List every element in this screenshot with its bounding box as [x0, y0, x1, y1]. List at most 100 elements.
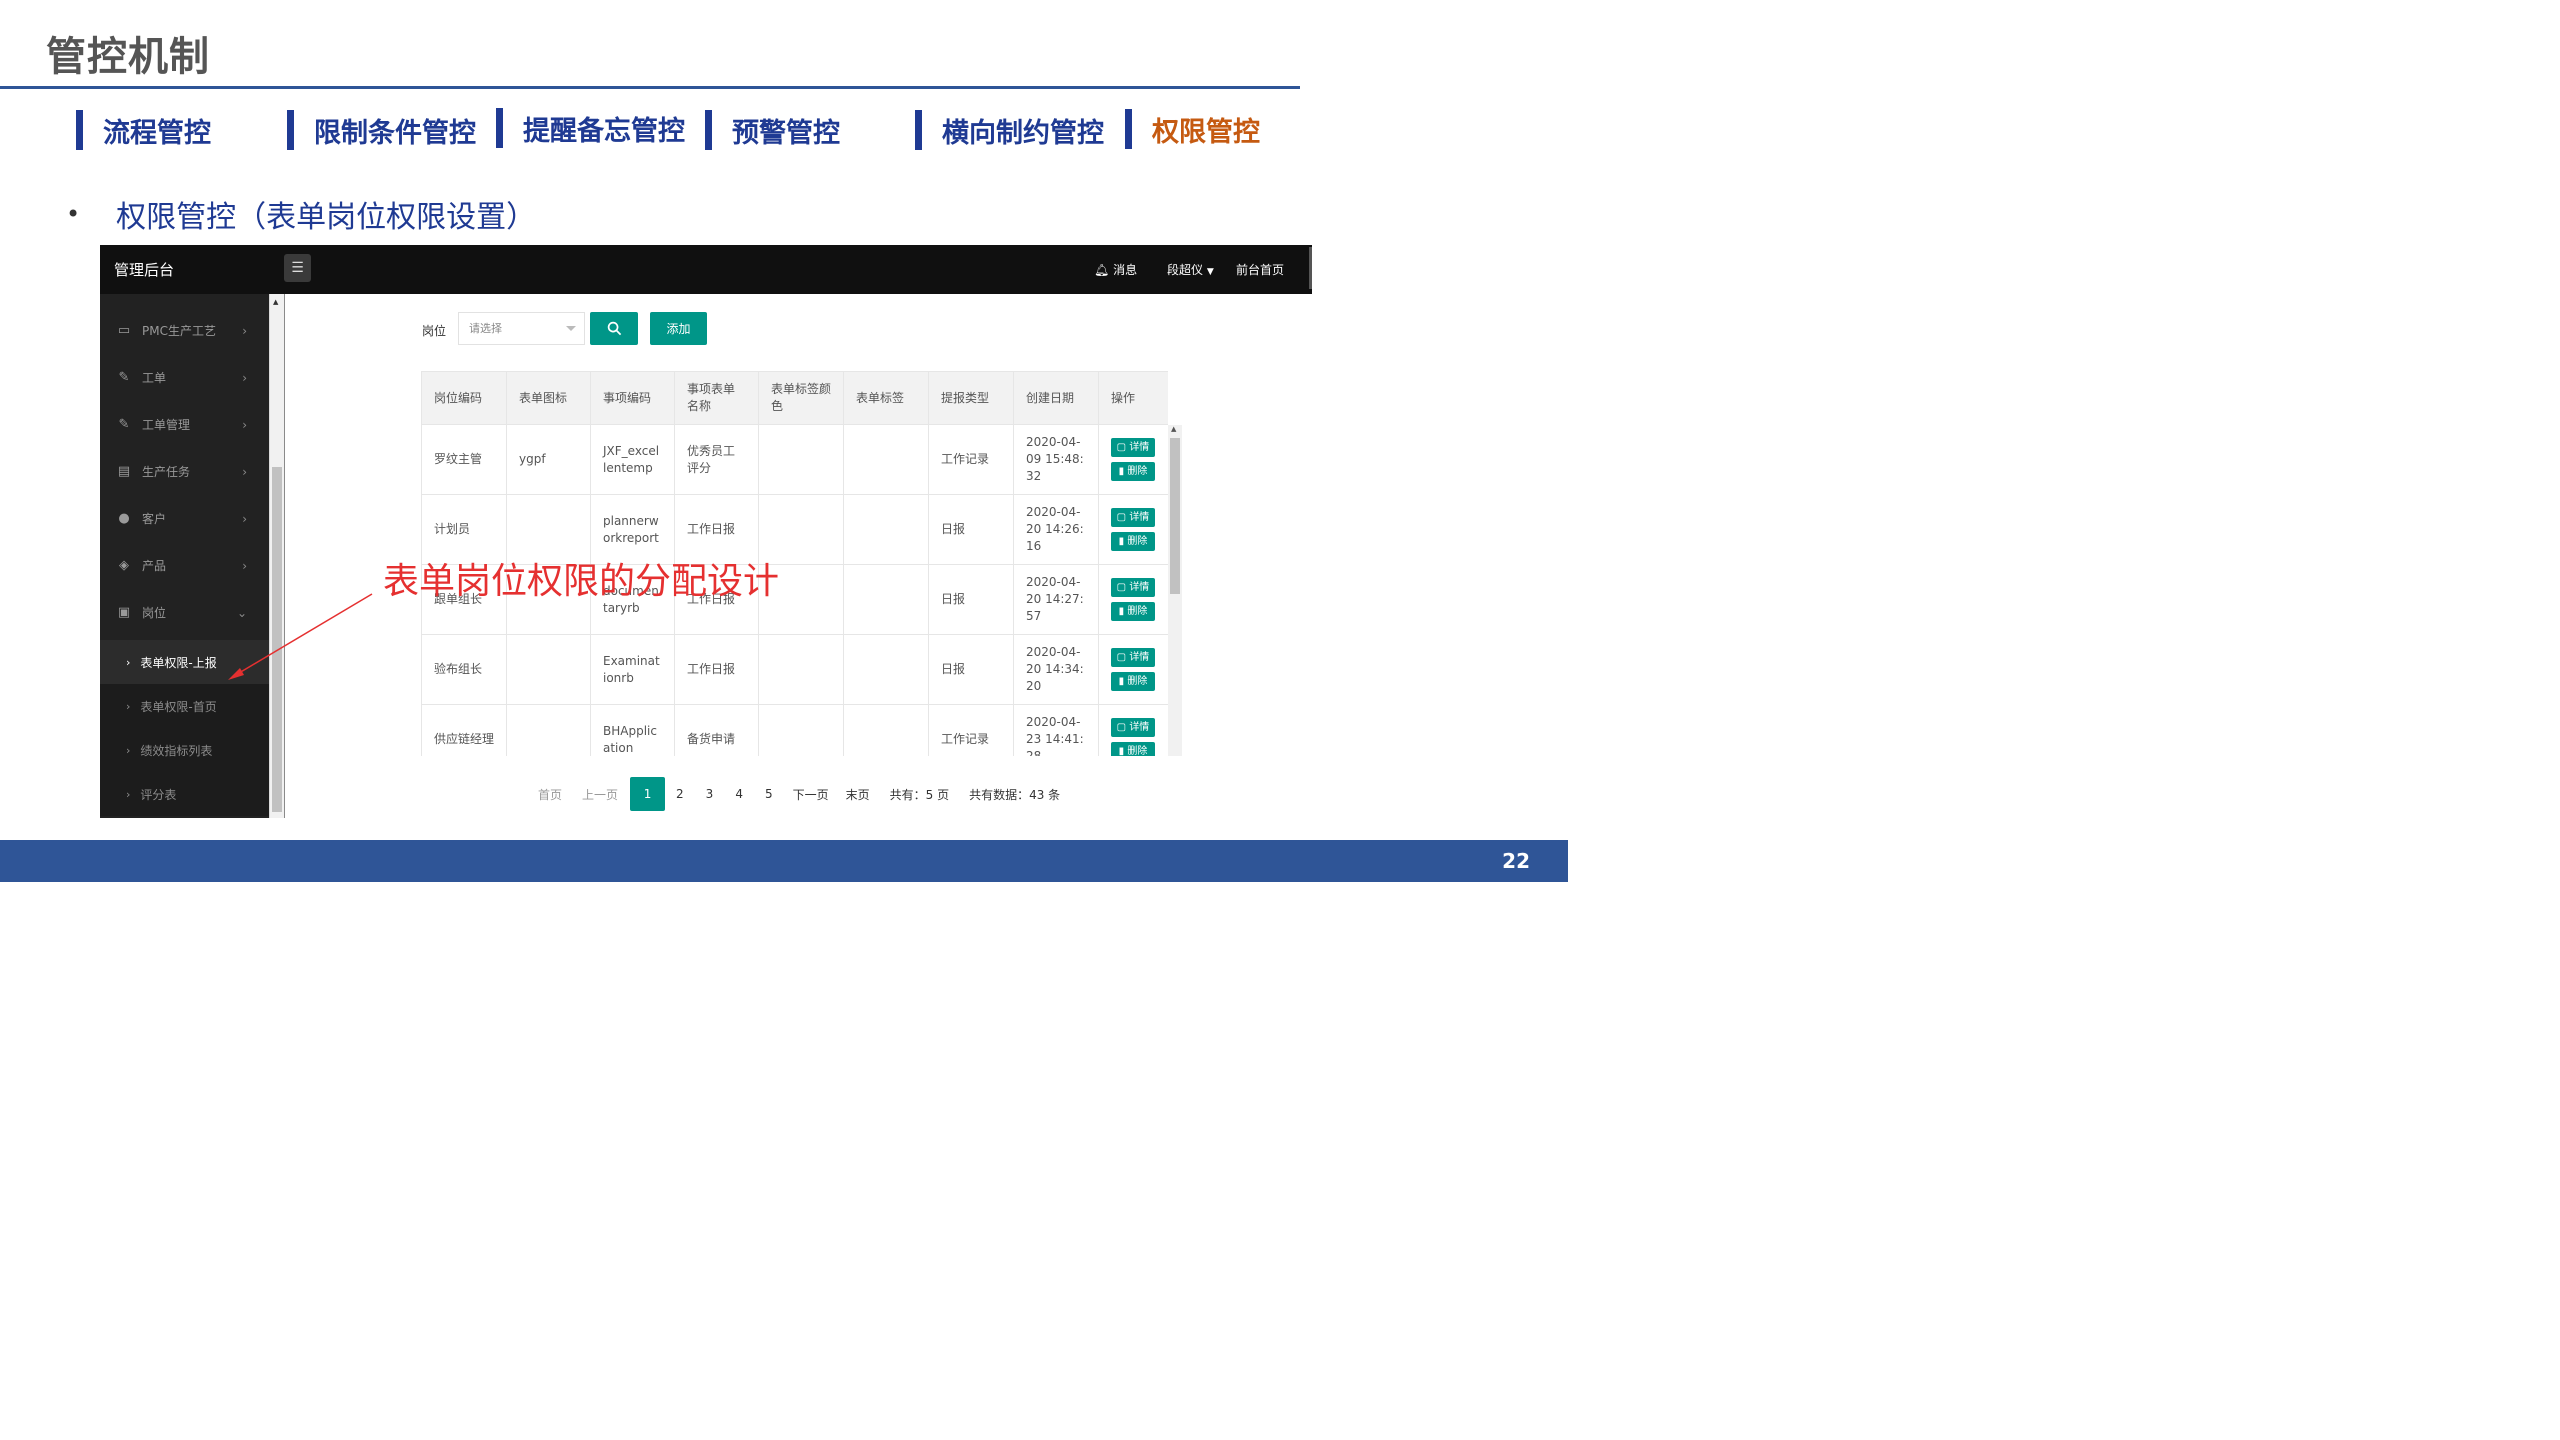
chevron-right-icon: › — [242, 558, 247, 573]
delete-button[interactable]: ▮ 删除 — [1111, 672, 1155, 691]
sidebar-subitem-form-permission-report[interactable]: › 表单权限-上报 — [100, 640, 269, 684]
scroll-up-icon[interactable]: ▲ — [1171, 425, 1176, 433]
sidebar-subitem-form-permission-home[interactable]: › 表单权限-首页 — [100, 684, 269, 728]
detail-label: 详情 — [1129, 722, 1150, 733]
column-header: 操作 — [1098, 371, 1168, 425]
delete-button[interactable]: ▮ 删除 — [1111, 462, 1155, 481]
sidebar-item-label: 客户 — [142, 512, 167, 526]
cell-actions: ▢ 详情 ▮ 删除 — [1098, 634, 1168, 705]
sidebar-subitem-kpi-list[interactable]: › 绩效指标列表 — [100, 728, 269, 772]
position-select[interactable]: 请选择 — [458, 312, 585, 345]
tab-lateral-control[interactable]: 横向制约管控 — [915, 110, 1104, 150]
chevron-down-icon: ⌄ — [236, 605, 247, 620]
tab-label: 预警管控 — [732, 117, 840, 149]
sidebar-item-label: 产品 — [142, 559, 167, 573]
bullet-text: 权限管控（表单岗位权限设置） — [116, 200, 537, 235]
topbar-edge — [1309, 247, 1312, 289]
column-header: 提报类型 — [928, 371, 1014, 425]
user-menu[interactable]: 段超仪 ▼ — [1167, 261, 1214, 278]
cell-date: 2020-04-20 14:34:20 — [1013, 634, 1099, 705]
tab-restriction-control[interactable]: 限制条件管控 — [287, 110, 476, 150]
delete-label: 删除 — [1127, 466, 1148, 477]
page-link[interactable]: 3 — [706, 787, 714, 801]
sidebar-item-product[interactable]: ◈ 产品 › — [100, 542, 269, 589]
detail-button[interactable]: ▢ 详情 — [1111, 648, 1155, 667]
pagination: 首页 上一页 1 2 3 4 5 下一页 末页 共有：5 页 共有数据：43 条 — [538, 777, 1060, 811]
tab-permission-control[interactable]: 权限管控 — [1125, 109, 1260, 149]
cell-tag — [843, 634, 929, 705]
cell-date: 2020-04-20 14:27:57 — [1013, 564, 1099, 635]
page-link[interactable]: 4 — [735, 787, 743, 801]
table-scrollbar[interactable]: ▲ — [1168, 425, 1182, 756]
messages-link[interactable]: 🔔︎ 消息 — [1094, 261, 1137, 278]
detail-label: 详情 — [1129, 442, 1150, 453]
page-link-current[interactable]: 1 — [630, 777, 666, 811]
next-page-link[interactable]: 下一页 — [793, 786, 829, 803]
scroll-up-icon[interactable]: ▲ — [273, 298, 278, 306]
scrollbar-thumb[interactable] — [1170, 438, 1180, 594]
delete-button[interactable]: ▮ 删除 — [1111, 602, 1155, 621]
add-button[interactable]: 添加 — [650, 312, 707, 345]
last-page-link[interactable]: 末页 — [846, 786, 870, 803]
sidebar-item-customer[interactable]: ● 客户 › — [100, 495, 269, 542]
detail-button[interactable]: ▢ 详情 — [1111, 718, 1155, 737]
sidebar-item-production-task[interactable]: ▤ 生产任务 › — [100, 448, 269, 495]
tab-label: 限制条件管控 — [314, 117, 476, 149]
page-link[interactable]: 2 — [676, 787, 684, 801]
detail-button[interactable]: ▢ 详情 — [1111, 438, 1155, 457]
sidebar-scrollbar[interactable]: ▲ — [269, 294, 285, 818]
slide: 管控机制 流程管控 限制条件管控 提醒备忘管控 预警管控 横向制约管控 权限管控… — [0, 0, 1568, 882]
page-link[interactable]: 5 — [765, 787, 773, 801]
delete-label: 删除 — [1127, 746, 1148, 756]
cell-color — [758, 704, 844, 756]
cell-code: Examinationrb — [590, 634, 675, 705]
delete-button[interactable]: ▮ 删除 — [1111, 532, 1155, 551]
scrollbar-thumb[interactable] — [272, 467, 282, 812]
cell-tag — [843, 704, 929, 756]
sidebar: ▭ PMC生产工艺 › ✎ 工单 › ✎ 工单管理 › ▤ 生产任务 › ● 客 — [100, 294, 269, 818]
first-page-link[interactable]: 首页 — [538, 786, 562, 803]
trash-icon: ▮ — [1118, 746, 1128, 756]
search-icon — [607, 321, 621, 336]
caret-down-icon: ▼ — [1206, 267, 1214, 277]
annotation-text: 表单岗位权限的分配设计 — [383, 561, 780, 602]
detail-button[interactable]: ▢ 详情 — [1111, 508, 1155, 527]
search-button[interactable] — [590, 312, 638, 345]
page-number: 22 — [1502, 849, 1530, 873]
select-placeholder: 请选择 — [469, 322, 502, 335]
tab-label: 权限管控 — [1152, 116, 1260, 148]
sidebar-subitem-label: 表单权限-首页 — [140, 699, 217, 714]
edit-icon: ✎ — [118, 370, 130, 385]
cell-post: 供应链经理 — [421, 704, 507, 756]
delete-button[interactable]: ▮ 删除 — [1111, 742, 1155, 756]
cell-date: 2020-04-20 14:26:16 — [1013, 494, 1099, 565]
tab-process-control[interactable]: 流程管控 — [76, 110, 211, 150]
tab-marker — [1125, 109, 1132, 149]
cell-icon — [506, 634, 591, 705]
sidebar-item-workorder[interactable]: ✎ 工单 › — [100, 354, 269, 401]
column-header: 表单图标 — [506, 371, 591, 425]
detail-label: 详情 — [1129, 512, 1150, 523]
cell-type: 工作记录 — [928, 704, 1014, 756]
cell-actions: ▢ 详情 ▮ 删除 — [1098, 704, 1168, 756]
sidebar-item-pmc[interactable]: ▭ PMC生产工艺 › — [100, 307, 269, 354]
menu-list-icon[interactable]: ☰ — [284, 254, 311, 282]
tab-label: 提醒备忘管控 — [523, 115, 685, 147]
sidebar-item-label: 工单管理 — [142, 418, 191, 432]
column-header: 岗位编码 — [421, 371, 507, 425]
clipboard-icon: ▢ — [1116, 582, 1130, 593]
home-link[interactable]: 前台首页 — [1236, 261, 1284, 278]
cell-actions: ▢ 详情 ▮ 删除 — [1098, 564, 1168, 635]
prev-page-link[interactable]: 上一页 — [582, 786, 618, 803]
sidebar-subitem-score-sheet[interactable]: › 评分表 — [100, 772, 269, 816]
bullet-dot: • — [66, 200, 81, 228]
sidebar-item-position[interactable]: ▣ 岗位 ⌄ — [100, 589, 269, 636]
document-icon: ▤ — [117, 464, 131, 479]
tab-reminder-control[interactable]: 提醒备忘管控 — [496, 108, 685, 148]
admin-brand: 管理后台 — [114, 261, 175, 279]
sidebar-item-workorder-mgmt[interactable]: ✎ 工单管理 › — [100, 401, 269, 448]
tab-warning-control[interactable]: 预警管控 — [705, 110, 840, 150]
detail-button[interactable]: ▢ 详情 — [1111, 578, 1155, 597]
cell-post: 罗纹主管 — [421, 424, 507, 495]
edit-icon: ✎ — [118, 417, 130, 432]
